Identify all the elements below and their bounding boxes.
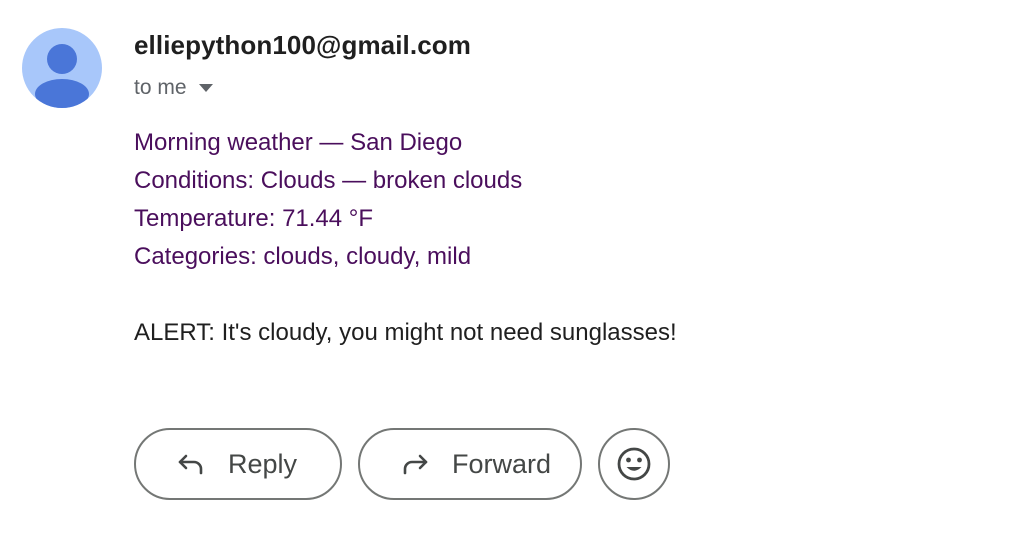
sender-avatar[interactable] bbox=[22, 28, 102, 108]
body-line-temperature: Temperature: 71.44 °F bbox=[134, 205, 374, 232]
smiley-icon bbox=[617, 447, 651, 481]
reply-button[interactable]: Reply bbox=[134, 428, 342, 500]
body-line-title: Morning weather — San Diego bbox=[134, 129, 463, 156]
forward-arrow-icon bbox=[403, 454, 428, 475]
reply-arrow-icon bbox=[178, 454, 203, 475]
recipient-label: to me bbox=[134, 76, 187, 99]
forward-button[interactable]: Forward bbox=[358, 428, 582, 500]
sender-email: elliepython100@gmail.com bbox=[134, 30, 471, 60]
forward-label: Forward bbox=[452, 448, 552, 479]
person-icon bbox=[35, 44, 89, 108]
alert-message: ALERT: It's cloudy, you might not need s… bbox=[134, 319, 677, 346]
body-line-categories: Categories: clouds, cloudy, mild bbox=[134, 243, 472, 270]
recipient-details-toggle[interactable]: to me bbox=[134, 74, 215, 102]
reply-label: Reply bbox=[228, 448, 298, 479]
emoji-reaction-button[interactable] bbox=[598, 428, 670, 500]
caret-down-icon bbox=[198, 84, 213, 92]
message-body: Morning weather — San Diego Conditions: … bbox=[134, 124, 522, 276]
body-line-conditions: Conditions: Clouds — broken clouds bbox=[134, 167, 523, 194]
